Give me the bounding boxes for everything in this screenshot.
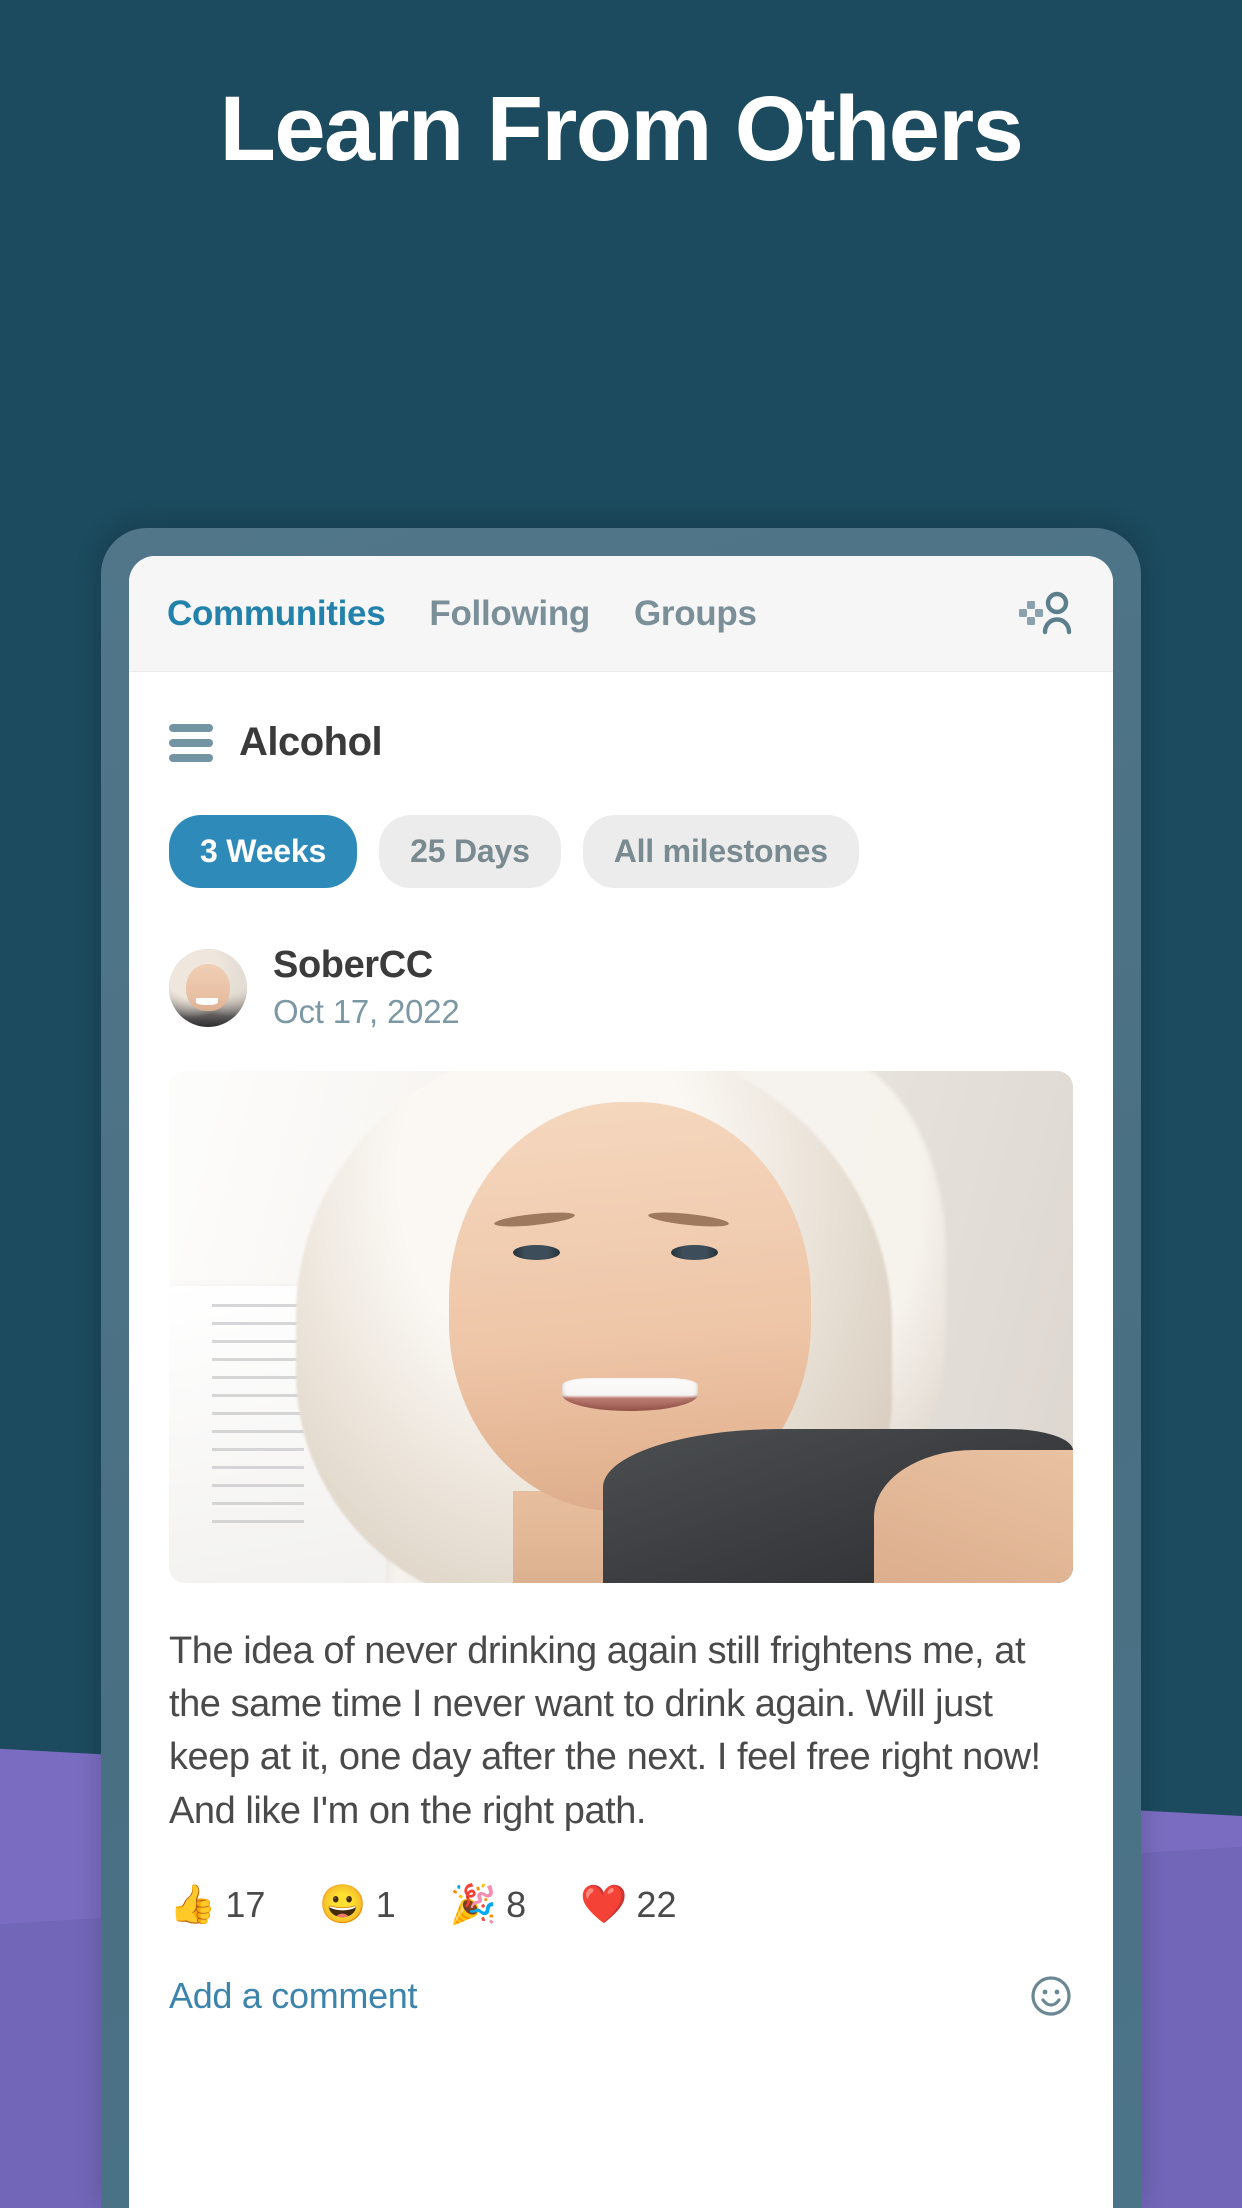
reaction-count: 22 bbox=[636, 1883, 677, 1925]
chip-all-milestones[interactable]: All milestones bbox=[582, 815, 859, 888]
reaction-count: 8 bbox=[506, 1883, 527, 1925]
hamburger-menu-icon[interactable] bbox=[169, 723, 213, 762]
post-header: SoberCC Oct 17, 2022 bbox=[169, 944, 1073, 1031]
avatar-smile bbox=[196, 997, 219, 1005]
chip-25-days[interactable]: 25 Days bbox=[379, 815, 561, 888]
hamburger-line bbox=[169, 753, 213, 762]
hamburger-line bbox=[169, 738, 213, 747]
post-card: SoberCC Oct 17, 2022 The idea of never d… bbox=[129, 888, 1113, 2028]
reaction-grinning-face[interactable]: 😀 1 bbox=[319, 1884, 395, 1926]
page-title: Learn From Others bbox=[219, 78, 1024, 180]
phone-mockup-frame: Communities Following Groups Alcohol 3 W… bbox=[101, 528, 1141, 2208]
person-sparkle-icon bbox=[1019, 591, 1072, 634]
thumbs-up-icon: 👍 bbox=[169, 1883, 217, 1926]
tab-communities[interactable]: Communities bbox=[167, 594, 386, 634]
avatar[interactable] bbox=[169, 948, 247, 1027]
reaction-red-heart[interactable]: ❤️ 22 bbox=[580, 1884, 676, 1926]
post-photo[interactable] bbox=[169, 1071, 1073, 1583]
post-meta: SoberCC Oct 17, 2022 bbox=[273, 944, 460, 1031]
tab-following[interactable]: Following bbox=[429, 594, 590, 634]
tab-groups[interactable]: Groups bbox=[634, 594, 757, 634]
red-heart-icon: ❤️ bbox=[580, 1883, 628, 1926]
post-username[interactable]: SoberCC bbox=[273, 944, 460, 987]
party-popper-icon: 🎉 bbox=[449, 1883, 498, 1926]
reaction-party-popper[interactable]: 🎉 8 bbox=[450, 1884, 526, 1926]
hamburger-line bbox=[169, 723, 213, 732]
phone-screen: Communities Following Groups Alcohol 3 W… bbox=[129, 556, 1113, 2208]
promo-screen: Learn From Others Communities Following … bbox=[0, 0, 1242, 2208]
profile-button[interactable] bbox=[1017, 588, 1077, 640]
grinning-face-icon: 😀 bbox=[319, 1883, 367, 1926]
milestone-filter-chips: 3 Weeks 25 Days All milestones bbox=[129, 765, 1113, 888]
reaction-count: 1 bbox=[375, 1883, 396, 1925]
post-body-text: The idea of never drinking again still f… bbox=[169, 1630, 1041, 1832]
chip-3-weeks[interactable]: 3 Weeks bbox=[169, 815, 358, 888]
add-comment-input[interactable]: Add a comment bbox=[169, 1975, 418, 2017]
top-tab-bar: Communities Following Groups bbox=[129, 556, 1113, 672]
photo-arm bbox=[874, 1449, 1073, 1583]
reaction-bar: 👍 17 😀 1 🎉 8 ❤️ 22 bbox=[169, 1884, 1073, 1926]
post-date: Oct 17, 2022 bbox=[273, 993, 460, 1030]
community-title: Alcohol bbox=[239, 720, 383, 764]
reaction-count: 17 bbox=[225, 1883, 266, 1925]
smiley-face-icon[interactable] bbox=[1029, 1974, 1073, 2018]
reaction-thumbs-up[interactable]: 👍 17 bbox=[169, 1884, 265, 1926]
comment-row: Add a comment bbox=[169, 1974, 1073, 2028]
community-header: Alcohol bbox=[129, 672, 1113, 765]
